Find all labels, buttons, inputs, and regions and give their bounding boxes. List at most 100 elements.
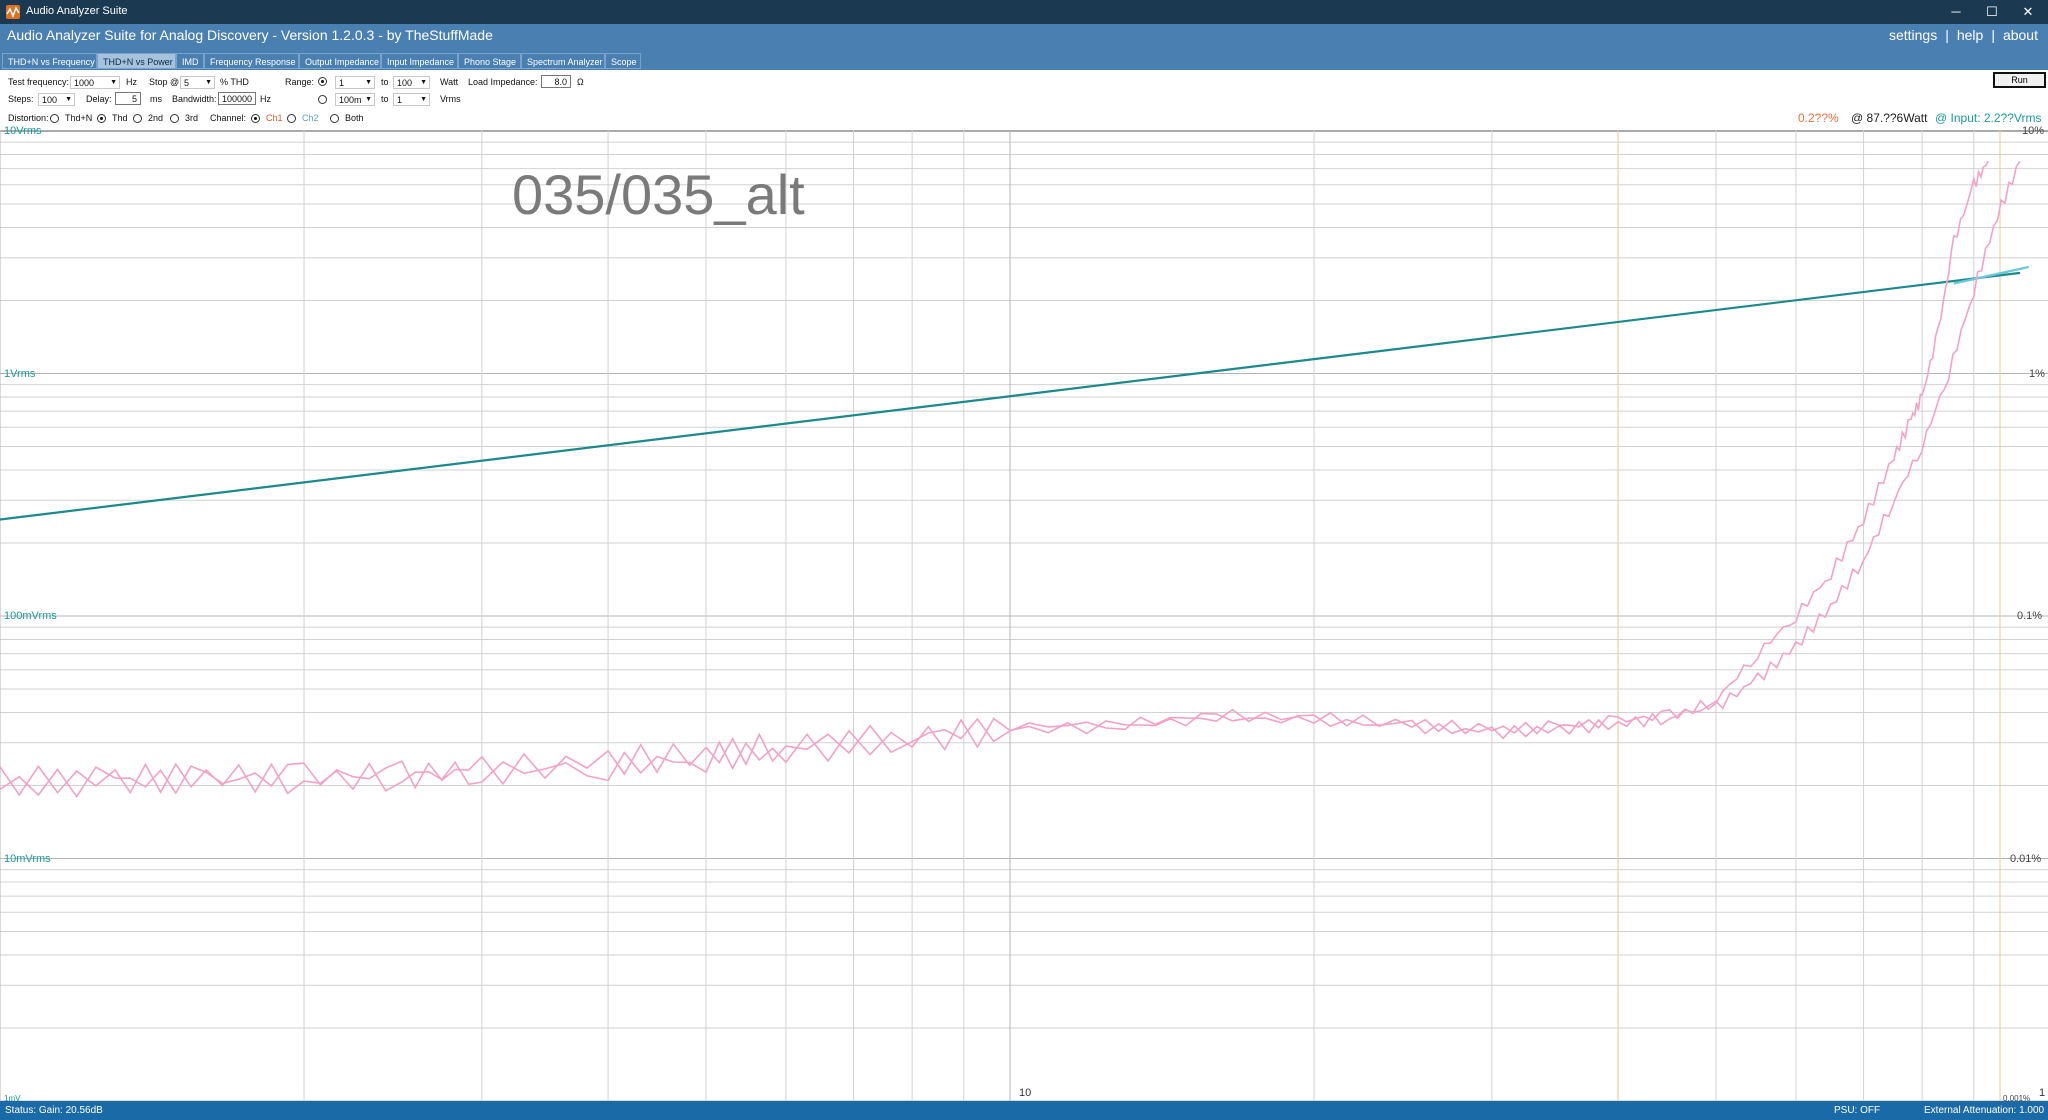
vrms-unit: Vrms (440, 94, 461, 104)
distortion-3rd-radio[interactable] (170, 114, 179, 123)
settings-link[interactable]: settings (1889, 27, 1937, 43)
test-frequency-value: 1000 (74, 78, 95, 88)
tab-frequency-response[interactable]: Frequency Response (204, 53, 299, 69)
right-axis-label-1pct: 1% (2029, 368, 2045, 380)
load-impedance-input[interactable]: 8.0 (541, 75, 571, 88)
thd-vs-power-plot (0, 130, 2048, 1101)
distortion-3rd-label: 3rd (185, 113, 199, 123)
bandwidth-value: 100000 (222, 94, 253, 104)
app-logo-icon (6, 5, 20, 19)
run-button[interactable]: Run (1993, 72, 2046, 88)
watt-from-select[interactable]: 1 ▼ (335, 76, 375, 89)
steps-select[interactable]: 100 ▼ (38, 93, 75, 106)
thd-unit: % THD (220, 77, 249, 87)
help-link[interactable]: help (1957, 27, 1983, 43)
delay-value: 5 (131, 94, 137, 104)
dropdown-arrow-icon: ▼ (420, 79, 427, 86)
range-watt-radio[interactable] (318, 77, 327, 86)
link-separator: | (1991, 27, 1995, 43)
stop-threshold-select[interactable]: 5 ▼ (180, 76, 215, 89)
vrms-from-value: 100m (339, 95, 362, 105)
watt-unit: Watt (440, 77, 459, 87)
range-label: Range: (285, 77, 315, 87)
ohm-unit: Ω (577, 77, 584, 87)
channel-ch1-radio[interactable] (251, 114, 260, 123)
x-tick-label-10: 10 (1019, 1087, 1032, 1099)
series-line-vrms (1953, 265, 2029, 285)
app-header: Audio Analyzer Suite for Analog Discover… (0, 24, 2048, 52)
range-to-label: to (381, 94, 389, 104)
test-frequency-select[interactable]: 1000 ▼ (70, 76, 120, 89)
test-frequency-label: Test frequency: (8, 77, 70, 87)
tab-thdn-vs-power[interactable]: THD+N vs Power (97, 53, 176, 69)
tab-phono-stage[interactable]: Phono Stage (458, 53, 521, 69)
delay-label: Delay: (86, 94, 112, 104)
distortion-thd-radio[interactable] (97, 114, 106, 123)
steps-label: Steps: (8, 94, 34, 104)
watt-to-select[interactable]: 100 ▼ (393, 76, 430, 89)
range-vrms-radio[interactable] (318, 95, 327, 104)
vrms-from-select[interactable]: 100m ▼ (335, 93, 375, 106)
input-readout: @ Input: 2.2??Vrms (1935, 111, 2042, 125)
stop-label: Stop @ (149, 77, 180, 87)
window-title: Audio Analyzer Suite (26, 5, 128, 17)
window-titlebar: Audio Analyzer Suite ─ ☐ ✕ (0, 0, 2048, 24)
tab-strip: THD+N vs Frequency THD+N vs Power IMD Fr… (0, 52, 2048, 70)
status-bar: Status: Gain: 20.56dB PSU: OFF External … (0, 1101, 2048, 1120)
watt-from-value: 1 (339, 78, 345, 88)
series-line-thd (0, 160, 1989, 797)
frequency-unit: Hz (126, 77, 137, 87)
close-button[interactable]: ✕ (2010, 0, 2046, 24)
status-gain: Status: Gain: 20.56dB (5, 1105, 103, 1116)
dropdown-arrow-icon: ▼ (365, 79, 372, 86)
right-axis-label-10pct: 10% (2022, 125, 2045, 137)
load-impedance-label: Load Impedance: (468, 77, 538, 87)
tab-imd[interactable]: IMD (176, 53, 204, 69)
tab-output-impedance[interactable]: Output Impedance (299, 53, 381, 69)
bandwidth-label: Bandwidth: (172, 94, 217, 104)
delay-input[interactable]: 5 (115, 92, 141, 105)
distortion-thdn-radio[interactable] (50, 114, 59, 123)
dropdown-arrow-icon: ▼ (205, 79, 212, 86)
load-impedance-value: 8.0 (554, 77, 567, 87)
bandwidth-unit: Hz (260, 94, 271, 104)
tab-scope[interactable]: Scope (605, 53, 641, 69)
channel-label: Channel: (210, 113, 247, 123)
channel-ch2-radio[interactable] (287, 114, 296, 123)
left-axis-label-1v: 1Vrms (4, 368, 36, 380)
plot-canvas (0, 130, 2048, 1101)
maximize-button[interactable]: ☐ (1974, 0, 2010, 24)
stop-threshold-value: 5 (184, 78, 190, 88)
dropdown-arrow-icon: ▼ (65, 96, 72, 103)
distortion-thd-label: Thd (112, 113, 128, 123)
minimize-button[interactable]: ─ (1938, 0, 1974, 24)
left-axis-label-10v: 10Vrms (4, 125, 42, 137)
control-panel: Test frequency: 1000 ▼ Hz Stop @ 5 ▼ % THD… (0, 70, 2048, 130)
tab-input-impedance[interactable]: Input Impedance (381, 53, 458, 69)
channel-ch2-label: Ch2 (302, 113, 319, 123)
power-readout: @ 87.??6Watt (1851, 111, 1928, 125)
tab-thdn-vs-frequency[interactable]: THD+N vs Frequency (2, 53, 97, 69)
vrms-to-select[interactable]: 1 ▼ (393, 93, 430, 106)
bandwidth-input[interactable]: 100000 (218, 92, 256, 105)
channel-both-radio[interactable] (330, 114, 339, 123)
distortion-2nd-radio[interactable] (133, 114, 142, 123)
tab-spectrum-analyzer[interactable]: Spectrum Analyzer (521, 53, 605, 69)
psu-status: PSU: OFF (1834, 1105, 1881, 1116)
vrms-to-value: 1 (397, 95, 403, 105)
header-links: settings | help | about (1889, 27, 2038, 43)
watt-to-value: 100 (397, 78, 413, 88)
steps-value: 100 (42, 95, 58, 105)
about-link[interactable]: about (2003, 27, 2038, 43)
dropdown-arrow-icon: ▼ (420, 96, 427, 103)
channel-both-label: Both (345, 113, 364, 123)
channel-ch1-label: Ch1 (266, 113, 283, 123)
distortion-thdn-label: Thd+N (65, 113, 93, 123)
distortion-2nd-label: 2nd (148, 113, 164, 123)
distortion-label: Distortion: (8, 113, 49, 123)
delay-unit: ms (150, 94, 162, 104)
x-tick-label-1: 1 (2039, 1087, 2046, 1099)
external-attenuation: External Attenuation: 1.000 (1924, 1105, 2045, 1116)
right-axis-label-0.1pct: 0.1% (2017, 610, 2043, 622)
range-to-label: to (381, 77, 389, 87)
